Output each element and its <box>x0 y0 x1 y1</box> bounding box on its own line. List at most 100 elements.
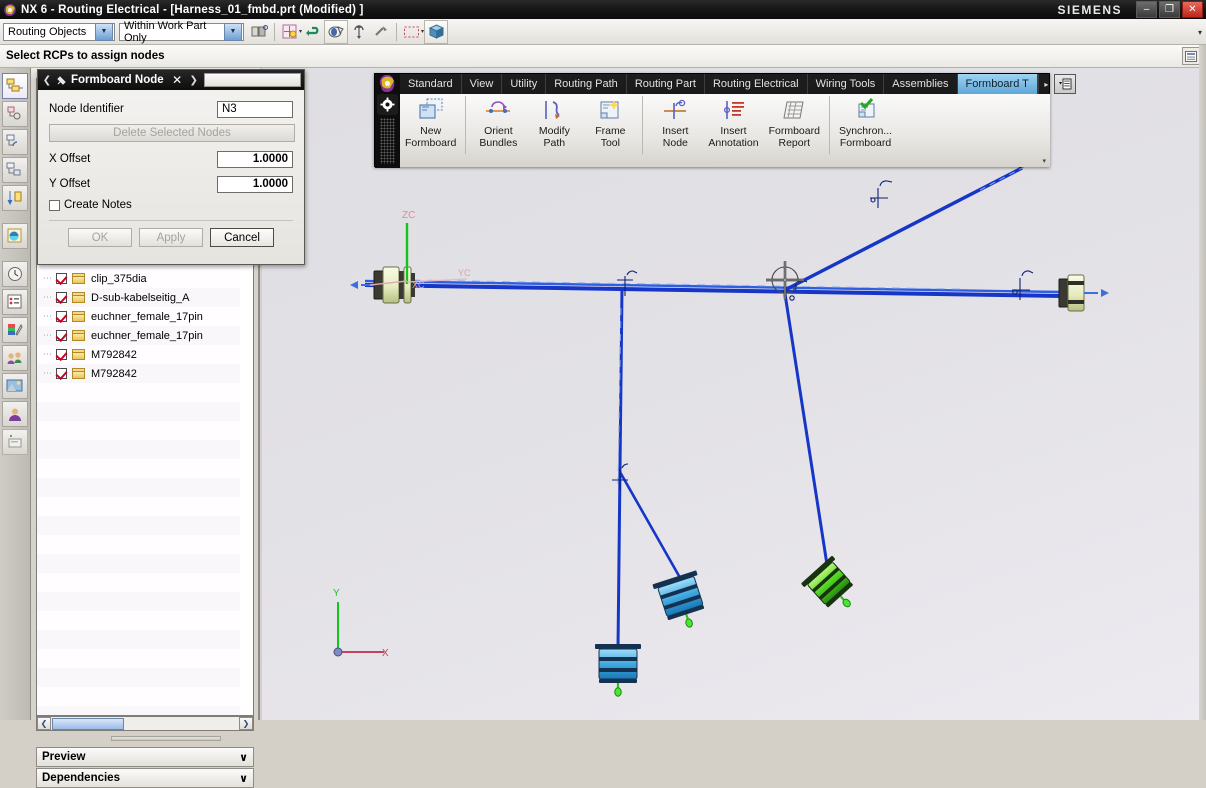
add-object-icon[interactable] <box>279 21 301 43</box>
resource-routing-navigator[interactable] <box>2 185 28 211</box>
resource-part-navigator[interactable] <box>2 129 28 155</box>
connector-mid-blue[interactable] <box>652 570 712 634</box>
x-offset-input[interactable]: 1.0000 <box>217 150 293 168</box>
resource-system-scene[interactable] <box>2 373 28 399</box>
frame-tool-command[interactable]: Frame Tool <box>582 94 638 149</box>
tab-list-menu-icon[interactable] <box>1053 74 1076 94</box>
panel-splitter-handle[interactable] <box>111 736 221 741</box>
drag-grip-icon[interactable] <box>380 118 395 164</box>
resource-internet-explorer[interactable] <box>2 223 28 249</box>
preview-section[interactable]: Preview ∨ <box>36 747 254 767</box>
tree-item-checkbox[interactable] <box>56 292 67 303</box>
tab-standard[interactable]: Standard <box>400 74 462 94</box>
orient-view-icon[interactable] <box>370 21 392 43</box>
synchronize-formboard-command[interactable]: Synchron... Formboard <box>834 94 897 149</box>
nx-logo-icon[interactable] <box>378 74 397 93</box>
tab-routing-electrical[interactable]: Routing Electrical <box>705 74 808 94</box>
tab-view[interactable]: View <box>462 74 503 94</box>
tree-item[interactable]: ⋯ M792842 <box>37 364 240 383</box>
chevron-down-icon[interactable]: ▼ <box>95 22 113 41</box>
scroll-left-button[interactable]: ❮ <box>37 717 51 730</box>
tree-connector-line: ⋯ <box>43 330 52 340</box>
resource-history-palette[interactable] <box>2 261 28 287</box>
rectangle-select-icon[interactable] <box>401 21 423 43</box>
tab-utility[interactable]: Utility <box>502 74 547 94</box>
layer-cube-icon[interactable] <box>424 19 449 44</box>
tree-item-checkbox[interactable] <box>56 368 67 379</box>
connector-right[interactable] <box>1058 274 1109 312</box>
tree-item-checkbox[interactable] <box>56 273 67 284</box>
tree-horizontal-scrollbar[interactable]: ❮ ❯ <box>36 716 254 731</box>
formboard-ribbon: Standard View Utility Routing Path Routi… <box>374 73 1076 168</box>
cancel-button[interactable]: Cancel <box>210 228 274 247</box>
resource-roles[interactable] <box>2 345 28 371</box>
scope-filter-combo[interactable]: Within Work Part Only ▼ <box>119 20 244 44</box>
y-offset-input[interactable]: 1.0000 <box>217 175 293 193</box>
create-notes-row[interactable]: Create Notes <box>49 199 293 211</box>
new-formboard-icon <box>416 96 446 124</box>
dependencies-section[interactable]: Dependencies ∨ <box>36 768 254 788</box>
tree-item-checkbox[interactable] <box>56 311 67 322</box>
tree-item[interactable]: ⋯ clip_375dia <box>37 269 240 288</box>
delete-selected-nodes-button[interactable]: Delete Selected Nodes <box>49 124 295 142</box>
resource-system-materials[interactable] <box>2 317 28 343</box>
select-similar-icon[interactable] <box>248 21 270 43</box>
create-notes-checkbox[interactable] <box>49 199 60 211</box>
resource-reuse-library[interactable] <box>2 157 28 183</box>
insert-node-command[interactable]: Insert Node <box>647 94 703 149</box>
part-icon <box>72 330 86 341</box>
pin-icon[interactable] <box>54 72 69 88</box>
selection-filter-combo[interactable]: Routing Objects ▼ <box>3 22 115 41</box>
scrollbar-thumb[interactable] <box>52 717 124 730</box>
chevron-down-icon[interactable]: ▼ <box>224 22 242 41</box>
orient-bundles-command[interactable]: Orient Bundles <box>470 94 526 149</box>
resource-web-palette[interactable] <box>2 429 28 455</box>
chevron-down-icon[interactable]: ∨ <box>239 751 248 764</box>
tab-formboard-tools[interactable]: Formboard T <box>957 74 1038 94</box>
dialog-title-bar[interactable]: ❮ Formboard Node ✕ ❯ <box>38 70 304 90</box>
resource-assembly-navigator[interactable] <box>2 73 28 99</box>
close-icon[interactable]: ✕ <box>170 72 185 88</box>
tree-item-label: euchner_female_17pin <box>91 310 203 323</box>
tab-scroll-right-icon[interactable]: ▸ <box>1037 74 1054 94</box>
chevron-down-icon[interactable]: ∨ <box>239 772 248 785</box>
resource-process-studio[interactable] <box>2 289 28 315</box>
tree-item[interactable]: ⋯ euchner_female_17pin <box>37 326 240 345</box>
tab-wiring-tools[interactable]: Wiring Tools <box>808 74 885 94</box>
connector-bottom-left[interactable] <box>595 644 641 697</box>
dialog-forward-icon[interactable]: ❯ <box>187 72 201 88</box>
panel-toggle-icon[interactable] <box>1182 47 1200 65</box>
tree-item[interactable]: ⋯ D-sub-kabelseitig_A <box>37 288 240 307</box>
ribbon-overflow-caret[interactable]: ▾ <box>1042 157 1046 165</box>
ok-button[interactable]: OK <box>68 228 132 247</box>
close-button[interactable]: ✕ <box>1182 1 1203 18</box>
formboard-node-dialog[interactable]: ❮ Formboard Node ✕ ❯ Node Identifier N3 … <box>37 69 305 265</box>
undo-icon[interactable] <box>302 21 324 43</box>
tree-item-checkbox[interactable] <box>56 349 67 360</box>
tab-assemblies[interactable]: Assemblies <box>884 74 958 94</box>
node-identifier-input[interactable]: N3 <box>217 100 293 118</box>
tree-item[interactable]: ⋯ euchner_female_17pin <box>37 307 240 326</box>
modify-path-command[interactable]: Modify Path <box>526 94 582 149</box>
tree-item[interactable]: ⋯ M792842 <box>37 345 240 364</box>
connector-bottom-green[interactable] <box>801 555 865 620</box>
scroll-right-button[interactable]: ❯ <box>239 717 253 730</box>
formboard-report-command[interactable]: Formboard Report <box>764 94 825 149</box>
minimize-button[interactable]: – <box>1136 1 1157 18</box>
new-formboard-command[interactable]: New Formboard <box>400 94 461 149</box>
toolbar-overflow-caret[interactable]: ▾ <box>1198 26 1202 38</box>
apply-button[interactable]: Apply <box>139 228 203 247</box>
lower-diagonal-branch <box>783 293 832 585</box>
connector-left[interactable] <box>350 266 415 304</box>
restore-button[interactable]: ❐ <box>1159 1 1180 18</box>
gear-icon[interactable] <box>377 94 398 115</box>
tree-item-checkbox[interactable] <box>56 330 67 341</box>
dialog-back-icon[interactable]: ❮ <box>40 72 54 88</box>
resource-constraint-navigator[interactable] <box>2 101 28 127</box>
tab-routing-path[interactable]: Routing Path <box>546 74 627 94</box>
rotate-icon[interactable] <box>348 21 370 43</box>
resource-customer-defaults[interactable] <box>2 401 28 427</box>
tab-routing-part[interactable]: Routing Part <box>627 74 705 94</box>
insert-annotation-command[interactable]: Insert Annotation <box>703 94 763 149</box>
shaded-view-icon[interactable] <box>324 19 349 44</box>
